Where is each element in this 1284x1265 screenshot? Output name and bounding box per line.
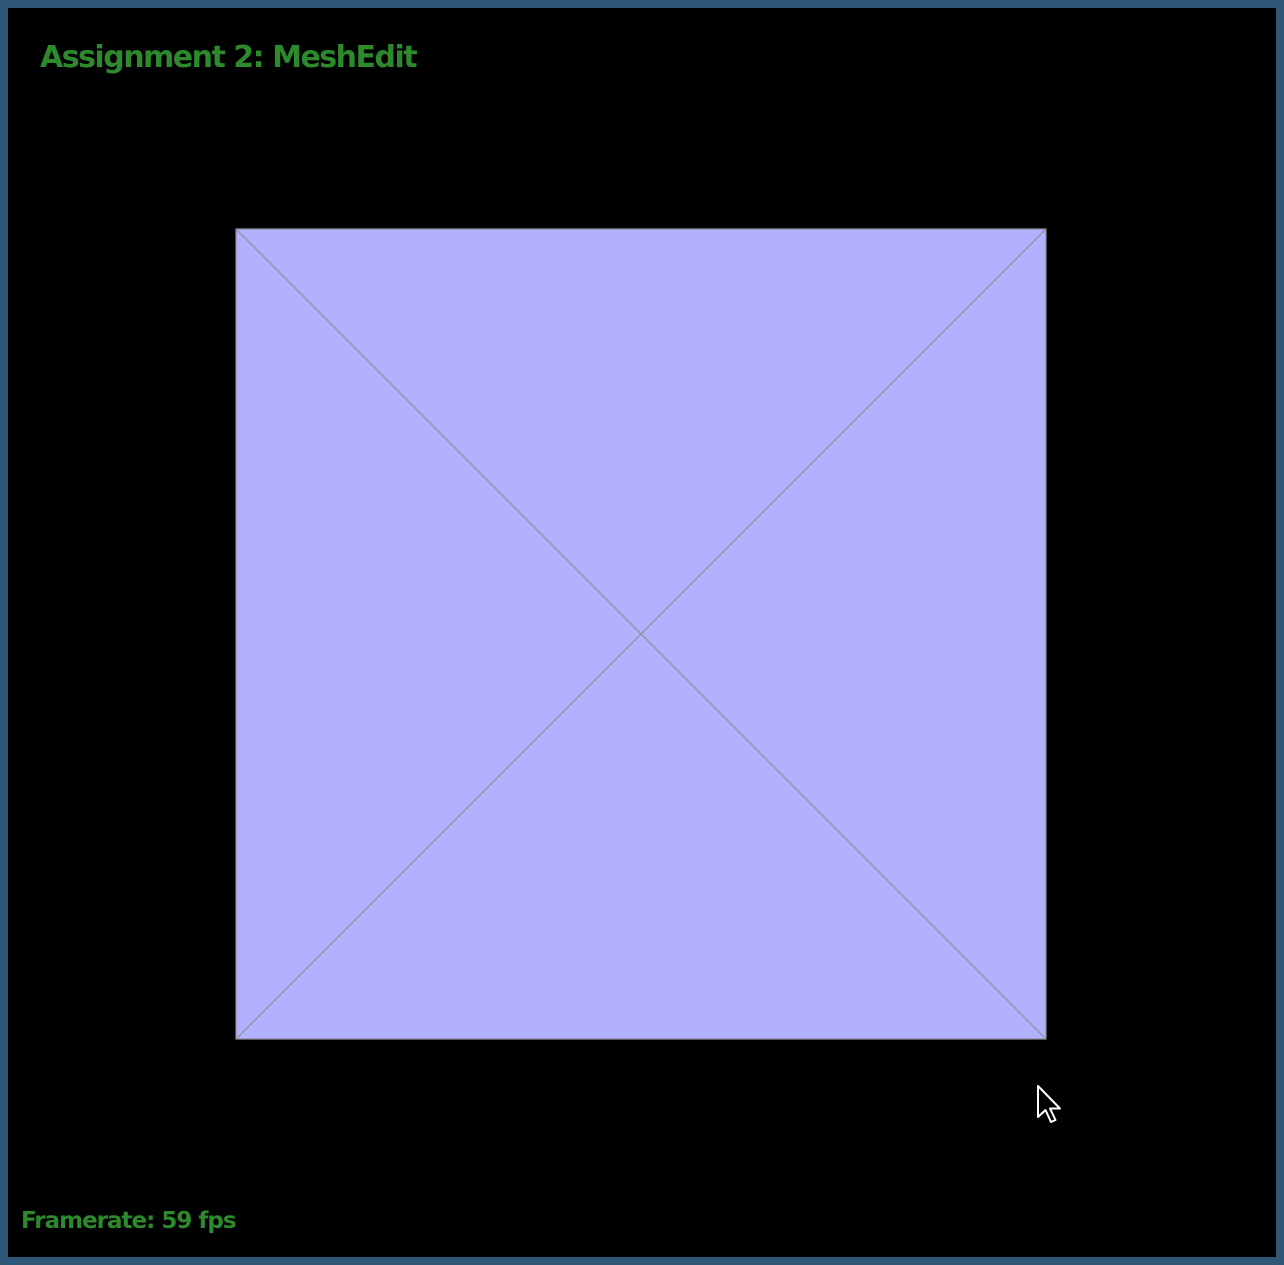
app-title: Assignment 2: MeshEdit: [40, 40, 418, 75]
app-window: Assignment 2: MeshEdit Framerate: 59 fps: [0, 0, 1284, 1265]
framerate-readout: Framerate: 59 fps: [21, 1208, 237, 1234]
render-viewport[interactable]: Assignment 2: MeshEdit Framerate: 59 fps: [8, 8, 1276, 1257]
mouse-pointer-icon: [1037, 1085, 1061, 1123]
mesh-view[interactable]: [8, 8, 1276, 1257]
